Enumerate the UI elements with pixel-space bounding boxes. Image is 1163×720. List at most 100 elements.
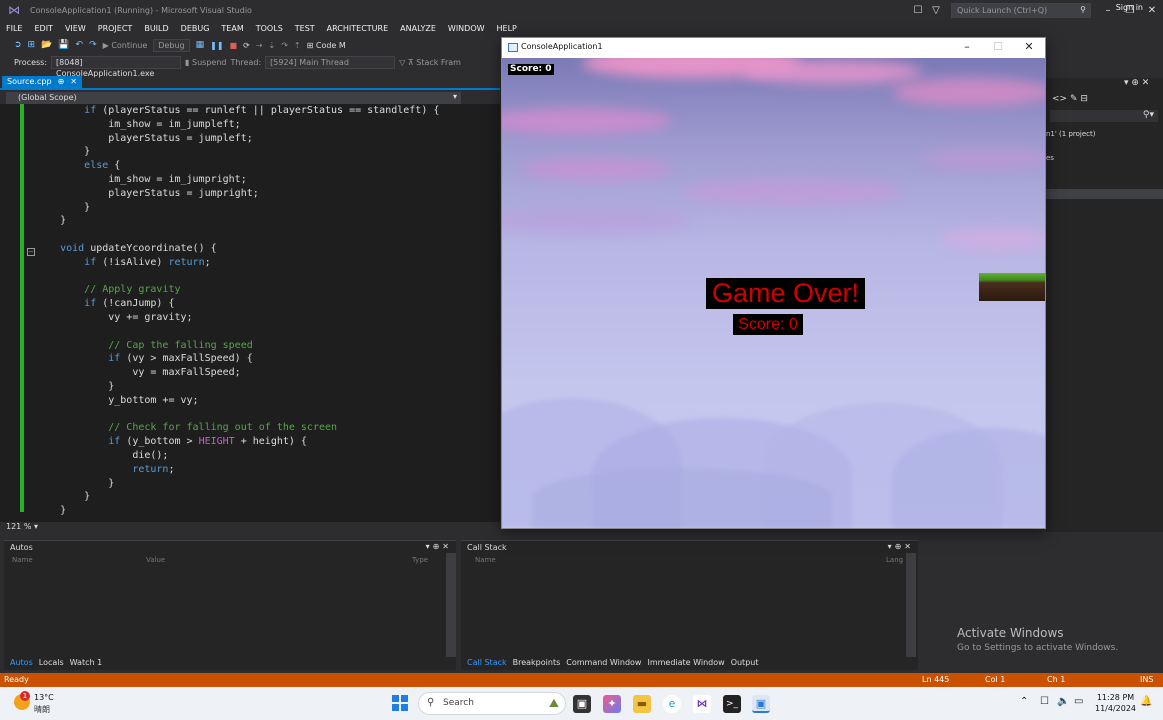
code-line[interactable]: if (!isAlive) return; bbox=[36, 256, 500, 270]
show-hidden-icons-chevron-icon[interactable]: ⌃ bbox=[1020, 696, 1028, 707]
code-line[interactable]: die(); bbox=[36, 449, 500, 463]
code-line[interactable]: } bbox=[36, 201, 500, 215]
menu-item-window[interactable]: WINDOW bbox=[442, 24, 491, 33]
column-value[interactable]: Value bbox=[146, 556, 165, 564]
terminal-icon[interactable]: >_ bbox=[723, 695, 741, 713]
save-icon[interactable]: 💾 bbox=[58, 40, 69, 50]
menu-item-tools[interactable]: TOOLS bbox=[250, 24, 289, 33]
game-window[interactable]: ConsoleApplication1 – ☐ ✕ Score: 0 Game … bbox=[501, 37, 1046, 529]
redo-icon[interactable]: ↷ bbox=[89, 40, 97, 50]
tab-source-cpp[interactable]: Source.cpp ⊕ ✕ bbox=[2, 76, 82, 90]
code-editor[interactable]: if (playerStatus == runleft || playerSta… bbox=[0, 104, 500, 522]
menu-item-architecture[interactable]: ARCHITECTURE bbox=[321, 24, 394, 33]
solution-node[interactable]: n1' (1 project) bbox=[1046, 130, 1095, 138]
menu-item-help[interactable]: HELP bbox=[491, 24, 523, 33]
close-tab-icon[interactable]: ✕ bbox=[70, 77, 77, 89]
code-line[interactable]: } bbox=[36, 214, 500, 228]
panel-tab-watch-1[interactable]: Watch 1 bbox=[70, 658, 103, 670]
code-line[interactable] bbox=[36, 325, 500, 339]
game-title-bar[interactable]: ConsoleApplication1 – ☐ ✕ bbox=[502, 38, 1045, 58]
column-language[interactable]: Lang bbox=[886, 556, 903, 564]
solution-toolbar[interactable]: <> ✎ ⊟ bbox=[1052, 94, 1088, 104]
panel-pin-icon[interactable]: ▾ ⊕ ✕ bbox=[1124, 78, 1149, 88]
file-explorer-icon[interactable]: ▬ bbox=[633, 695, 651, 713]
game-minimize-button[interactable]: – bbox=[952, 40, 982, 53]
column-name[interactable]: Name bbox=[475, 556, 496, 564]
code-line[interactable]: y_bottom += vy; bbox=[36, 394, 500, 408]
undo-icon[interactable]: ↶ bbox=[76, 40, 84, 50]
code-line[interactable] bbox=[36, 228, 500, 242]
code-line[interactable]: playerStatus = jumpleft; bbox=[36, 132, 500, 146]
zoom-level[interactable]: 121 % ▾ bbox=[6, 522, 38, 531]
new-project-icon[interactable]: ⊞ bbox=[28, 40, 36, 50]
thread-dropdown[interactable]: [5924] Main Thread bbox=[265, 55, 396, 69]
code-line[interactable]: // Apply gravity bbox=[36, 283, 500, 297]
code-line[interactable]: im_show = im_jumpright; bbox=[36, 173, 500, 187]
copilot-icon[interactable]: ✦ bbox=[603, 695, 621, 713]
code-line[interactable] bbox=[36, 270, 500, 284]
column-type[interactable]: Type bbox=[412, 556, 428, 564]
code-line[interactable]: im_show = im_jumpleft; bbox=[36, 118, 500, 132]
menu-item-edit[interactable]: EDIT bbox=[28, 24, 58, 33]
step-into-icon[interactable]: ⇣ bbox=[269, 41, 276, 50]
continue-button[interactable]: ▶ Continue bbox=[103, 41, 148, 50]
taskbar-search-input[interactable]: ⚲ Search ⛰ bbox=[418, 692, 566, 715]
code-line[interactable] bbox=[36, 408, 500, 422]
code-line[interactable]: vy += gravity; bbox=[36, 311, 500, 325]
close-button[interactable]: ✕ bbox=[1141, 5, 1163, 16]
code-line[interactable]: else { bbox=[36, 159, 500, 173]
solution-search-input[interactable]: ⚲▾ bbox=[1050, 110, 1158, 122]
menu-item-build[interactable]: BUILD bbox=[138, 24, 174, 33]
game-maximize-button[interactable]: ☐ bbox=[983, 40, 1013, 53]
column-name[interactable]: Name bbox=[12, 556, 33, 564]
step-out-icon[interactable]: ⇡ bbox=[294, 41, 301, 50]
scrollbar[interactable] bbox=[906, 553, 916, 657]
menu-item-team[interactable]: TEAM bbox=[215, 24, 249, 33]
task-view-icon[interactable]: ▣ bbox=[573, 695, 591, 713]
suspend-button[interactable]: ▮ Suspend bbox=[185, 58, 226, 67]
panel-controls-icon[interactable]: ▾⊕✕ bbox=[426, 542, 452, 551]
code-line[interactable]: } bbox=[36, 490, 500, 504]
code-line[interactable]: playerStatus = jumpright; bbox=[36, 187, 500, 201]
menu-item-view[interactable]: VIEW bbox=[59, 24, 92, 33]
panel-controls-icon[interactable]: ▾⊕✕ bbox=[888, 542, 914, 551]
notifications-bell-icon[interactable]: 🔔 bbox=[1140, 696, 1152, 707]
code-text[interactable]: if (playerStatus == runleft || playerSta… bbox=[36, 104, 500, 518]
code-line[interactable]: vy = maxFallSpeed; bbox=[36, 366, 500, 380]
code-line[interactable]: // Check for falling out of the screen bbox=[36, 421, 500, 435]
panel-tab-call-stack[interactable]: Call Stack bbox=[467, 658, 507, 670]
weather-description[interactable]: 晴朗 bbox=[34, 704, 50, 715]
panel-tab-breakpoints[interactable]: Breakpoints bbox=[513, 658, 561, 670]
start-button-icon[interactable] bbox=[392, 695, 408, 711]
code-line[interactable]: } bbox=[36, 380, 500, 394]
battery-icon[interactable]: ▭ bbox=[1074, 696, 1083, 707]
game-close-button[interactable]: ✕ bbox=[1014, 40, 1044, 53]
code-map-button[interactable]: ⊞ Code M bbox=[307, 41, 346, 50]
restart-icon[interactable]: ⟳ bbox=[243, 41, 250, 50]
menu-item-project[interactable]: PROJECT bbox=[92, 24, 139, 33]
menu-item-test[interactable]: TEST bbox=[289, 24, 321, 33]
panel-tab-locals[interactable]: Locals bbox=[39, 658, 64, 670]
volume-icon[interactable]: 🔈 bbox=[1057, 696, 1069, 707]
menu-item-analyze[interactable]: ANALYZE bbox=[394, 24, 442, 33]
code-line[interactable]: } bbox=[36, 145, 500, 159]
stop-debugging-button[interactable]: ■ bbox=[230, 41, 238, 50]
code-line[interactable]: void updateYcoordinate() { bbox=[36, 242, 500, 256]
step-over-icon[interactable]: ↷ bbox=[281, 41, 288, 50]
build-icon[interactable]: ▦ bbox=[196, 40, 205, 50]
network-icon[interactable]: ☐ bbox=[1040, 696, 1049, 707]
scope-dropdown[interactable]: (Global Scope) ▾ bbox=[6, 92, 461, 104]
feedback-icon[interactable]: ☐ bbox=[909, 5, 927, 16]
game-canvas[interactable]: Score: 0 Game Over! Score: 0 bbox=[502, 58, 1045, 528]
break-all-button[interactable]: ❚❚ bbox=[210, 41, 223, 50]
code-line[interactable]: if (!canJump) { bbox=[36, 297, 500, 311]
weather-temperature[interactable]: 13°C bbox=[34, 693, 54, 702]
sign-in-link[interactable]: Sign in bbox=[1116, 3, 1143, 12]
solution-subnode[interactable]: es bbox=[1046, 154, 1054, 162]
panel-tab-output[interactable]: Output bbox=[731, 658, 759, 670]
code-line[interactable]: if (y_bottom > HEIGHT + height) { bbox=[36, 435, 500, 449]
code-line[interactable]: if (vy > maxFallSpeed) { bbox=[36, 352, 500, 366]
visual-studio-taskbar-icon[interactable]: ⋈ bbox=[693, 695, 711, 713]
code-line[interactable]: } bbox=[36, 477, 500, 491]
edge-browser-icon[interactable]: e bbox=[663, 695, 681, 713]
